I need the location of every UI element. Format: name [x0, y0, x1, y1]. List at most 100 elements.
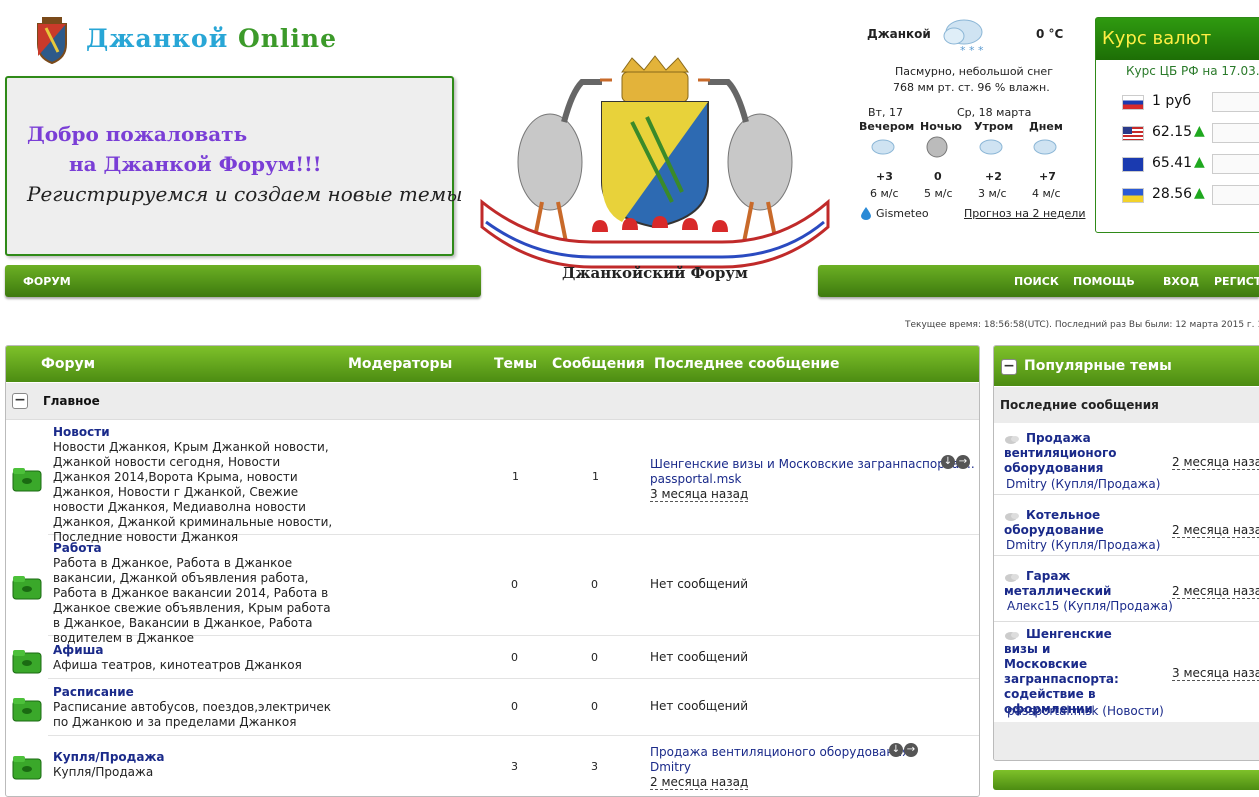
city-coat-of-arms-icon[interactable]: [34, 16, 70, 65]
period-wind-night: 5 м/с: [924, 187, 953, 200]
forum-row: Работа Работа в Джанкое, Работа в Джанко…: [48, 535, 979, 645]
period-temp-morning: +2: [985, 170, 1002, 183]
section-title: Главное: [43, 394, 100, 408]
forum-title-link[interactable]: Расписание: [53, 685, 134, 699]
emblem-banner-text: Джанкойский Форум: [562, 264, 748, 282]
col-posts: Сообщения: [552, 356, 645, 372]
forum-description: Новости Джанкоя, Крым Джанкой новости, Д…: [53, 440, 333, 544]
popular-topics-title: Популярные темы: [1024, 358, 1172, 374]
popular-item: Продажа вентиляционого оборудования Dmit…: [994, 424, 1259, 495]
popular-item-date[interactable]: 2 месяца назад: [1172, 523, 1259, 538]
arrow-right-icon[interactable]: →: [956, 455, 970, 469]
currency-widget: Курс валют Курс ЦБ РФ на 17.03.20 1 руб …: [1095, 17, 1259, 233]
popular-item-meta: Dmitry (Купля/Продажа): [1006, 477, 1160, 491]
snow-cloud-icon: [978, 138, 1004, 159]
arrow-down-icon[interactable]: ↓: [941, 455, 955, 469]
gismeteo-drop-icon: [860, 206, 872, 223]
forum-row: Новости Новости Джанкоя, Крым Джанкой но…: [48, 420, 979, 544]
popular-item-forum-link[interactable]: (Новости): [1102, 704, 1164, 718]
ukraine-flag-icon: [1122, 188, 1144, 203]
forum-description: Купля/Продажа: [53, 765, 154, 779]
welcome-line-1: Добро пожаловать: [27, 122, 248, 146]
no-posts-text: Нет сообщений: [650, 650, 749, 664]
popular-item-date[interactable]: 2 месяца назад: [1172, 455, 1259, 470]
currency-input-eur[interactable]: [1212, 154, 1259, 174]
site-title[interactable]: Джанкой Online: [86, 24, 337, 53]
last-post-date[interactable]: 3 месяца назад: [650, 487, 749, 502]
last-post-author-link[interactable]: Dmitry: [650, 760, 691, 774]
nav-help-link[interactable]: ПОМОЩЬ: [1073, 275, 1135, 288]
collapse-popular-button[interactable]: −: [1001, 359, 1017, 375]
forum-title-link[interactable]: Новости: [53, 425, 110, 439]
popular-item-date[interactable]: 3 месяца назад: [1172, 666, 1259, 681]
chat-bubble-icon: [994, 434, 1020, 449]
popular-item-title-link[interactable]: Котельное оборудование: [1004, 508, 1134, 538]
folder-icon: [12, 754, 42, 780]
snow-cloud-icon: [1032, 138, 1058, 159]
popular-item-author-link[interactable]: Алекс15: [1007, 599, 1059, 613]
folder-icon: [12, 574, 42, 600]
nav-search-link[interactable]: ПОИСК: [1014, 275, 1059, 288]
popular-item-author-link[interactable]: passportal.msk: [1007, 704, 1098, 718]
topics-count: 0: [511, 651, 518, 664]
col-last-post: Последнее сообщение: [654, 356, 840, 372]
forum-title-link[interactable]: Афиша: [53, 643, 103, 657]
last-post-title-link[interactable]: Шенгенские визы и Московские загранпаспо…: [650, 457, 975, 471]
popular-item-date[interactable]: 2 месяца назад: [1172, 584, 1259, 599]
collapse-section-button[interactable]: −: [12, 393, 28, 409]
period-label-night: Ночью: [920, 120, 962, 133]
last-post-author-link[interactable]: passportal.msk: [650, 472, 741, 486]
arrow-right-icon[interactable]: →: [904, 743, 918, 757]
popular-item-forum-link[interactable]: (Купля/Продажа): [1051, 477, 1161, 491]
forum-title-link[interactable]: Купля/Продажа: [53, 750, 165, 764]
weather-temp: 0 °С: [1036, 27, 1064, 41]
period-label-day: Днем: [1029, 120, 1063, 133]
currency-input-usd[interactable]: [1212, 123, 1259, 143]
period-temp-day: +7: [1039, 170, 1056, 183]
welcome-line-2: на Джанкой Форум!!!: [69, 152, 322, 176]
site-title-part1: Джанкой: [86, 24, 229, 53]
popular-item: Котельное оборудование Dmitry (Купля/Про…: [994, 495, 1259, 556]
currency-value: 65.41: [1152, 155, 1193, 171]
currency-input-rub[interactable]: [1212, 92, 1259, 112]
forum-title-link[interactable]: Работа: [53, 541, 102, 555]
currency-row-uah: 28.56 ▲: [1122, 185, 1259, 205]
popular-footer: [994, 722, 1259, 760]
last-post-date[interactable]: 2 месяца назад: [650, 775, 749, 790]
col-forum: Форум: [41, 356, 96, 372]
posts-count: 3: [591, 760, 598, 773]
currency-subtitle: Курс ЦБ РФ на 17.03.20: [1126, 64, 1259, 78]
post-nav-icons: ↓ →: [889, 741, 919, 757]
forum-table-header: Форум Модераторы Темы Сообщения Последне…: [6, 346, 979, 382]
topics-count: 0: [511, 578, 518, 591]
popular-item-forum-link[interactable]: (Купля/Продажа): [1051, 538, 1161, 552]
forum-emblem-logo[interactable]: Джанкойский Форум: [472, 52, 838, 292]
popular-item-author-link[interactable]: Dmitry: [1006, 477, 1047, 491]
site-title-part2: Online: [237, 24, 337, 53]
weather-forecast-link[interactable]: Прогноз на 2 недели: [964, 207, 1085, 220]
popular-item-title-link[interactable]: Продажа вентиляционого оборудования: [1004, 431, 1134, 476]
arrow-down-icon[interactable]: ↓: [889, 743, 903, 757]
popular-item-forum-link[interactable]: (Купля/Продажа): [1063, 599, 1173, 613]
nav-register-link[interactable]: РЕГИСТР: [1214, 275, 1259, 288]
folder-icon: [12, 648, 42, 674]
chat-bubble-icon: [994, 511, 1020, 526]
popular-item-author-link[interactable]: Dmitry: [1006, 538, 1047, 552]
snow-cloud-icon: * * *: [940, 16, 986, 57]
period-label-morning: Утром: [974, 120, 1014, 133]
post-nav-icons: ↓ →: [941, 453, 971, 469]
period-temp-evening: +3: [876, 170, 893, 183]
forum-row: Афиша Афиша театров, кинотеатров Джанкоя…: [48, 636, 979, 679]
currency-input-uah[interactable]: [1212, 185, 1259, 205]
col-topics: Темы: [494, 356, 538, 372]
weather-provider-link[interactable]: Gismeteo: [876, 207, 929, 220]
nav-login-link[interactable]: ВХОД: [1163, 275, 1199, 288]
nav-forum-link[interactable]: ФОРУМ: [23, 275, 71, 288]
popular-item-title-link[interactable]: Гараж металлический: [1004, 569, 1114, 599]
usa-flag-icon: [1122, 126, 1144, 141]
last-post-title-link[interactable]: Продажа вентиляционого оборудования: [650, 745, 909, 759]
popular-item-meta: Алекс15 (Купля/Продажа): [1007, 599, 1173, 613]
forum-table: Форум Модераторы Темы Сообщения Последне…: [5, 345, 980, 797]
weather-condition: Пасмурно, небольшой снег: [895, 65, 1053, 78]
popular-item-meta: passportal.msk (Новости): [1007, 704, 1164, 718]
